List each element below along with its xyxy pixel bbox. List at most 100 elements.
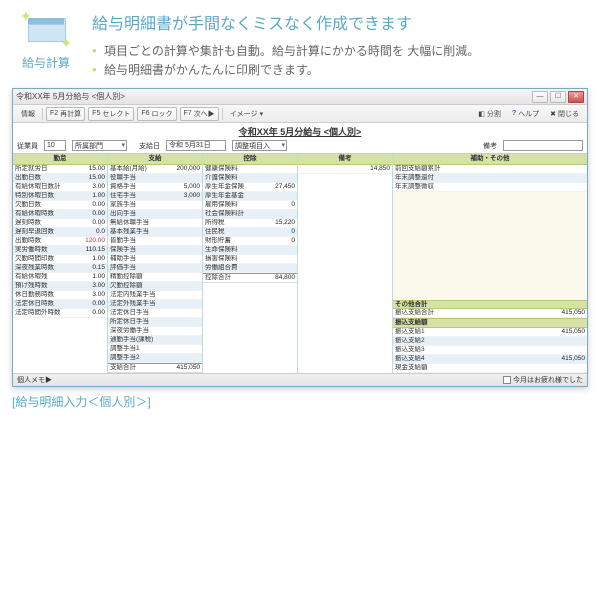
data-row[interactable]: 所定休日手当 [108,318,202,327]
data-row[interactable]: 有給休暇時数0.00 [13,210,107,219]
hero-title: 給与明細書が手間なくミスなく作成できます [92,10,479,34]
data-row[interactable]: 欠勤日数0.00 [13,201,107,210]
data-row[interactable]: 所得税15,220 [203,219,297,228]
data-row[interactable]: 基本残業手当 [108,228,202,237]
data-row[interactable]: 通勤手当(課税) [108,336,202,345]
data-row[interactable]: 家族手当 [108,201,202,210]
col-header-remarks: 備考 [298,154,392,164]
data-row[interactable]: 資格手当5,000 [108,183,202,192]
data-row[interactable]: 住民税0 [203,228,297,237]
data-row[interactable]: 調整手当1 [108,345,202,354]
data-row[interactable]: 有給休暇日数計3.00 [13,183,107,192]
memo-toggle[interactable]: 個人メモ▶ [17,377,52,384]
data-row[interactable]: 深夜残業時数0.15 [13,264,107,273]
data-row[interactable]: 厚生年金基金 [203,192,297,201]
data-row[interactable]: 年末調整還付 [393,174,587,183]
data-row[interactable]: 遅刻早退回数0.0 [13,228,107,237]
image-button[interactable]: イメージ ▾ [226,107,267,121]
data-row[interactable]: 法定休日時数0.00 [13,300,107,309]
data-row[interactable]: 生命保険料 [203,246,297,255]
hero-icon-label: 給与計算 [12,54,80,71]
data-row[interactable]: 特別休暇日数1.00 [13,192,107,201]
screenshot-caption: [給与明細入力＜個人別＞] [12,393,588,410]
col-header-attendance: 勤怠 [13,154,107,164]
select-button[interactable]: F5 セレクト [88,107,134,121]
data-row[interactable]: 調整手当2 [108,354,202,363]
status-bar: 個人メモ▶ 今月はお疲れ様でした [13,373,587,386]
data-row[interactable]: 無給休職手当 [108,219,202,228]
pay-date-input[interactable]: 令和 5月31日 [166,140,226,151]
data-row[interactable]: 法定外残業手当 [108,300,202,309]
data-row[interactable]: 深夜労働手当 [108,327,202,336]
data-row[interactable]: 精勤控除額 [108,273,202,282]
other-total-header: その他合計 [393,300,587,309]
data-row[interactable]: 法定時間外時数0.00 [13,309,107,318]
data-row[interactable]: 社会保険料計 [203,210,297,219]
close-button[interactable]: ✖ 閉じる [546,107,583,121]
payroll-grid: 勤怠 所定就労日15.00出勤日数15.00有給休暇日数計3.00特別休暇日数1… [13,154,587,372]
data-row[interactable]: 実労働時数110.15 [13,246,107,255]
data-row[interactable]: 前回支給額累計 [393,165,587,174]
data-row[interactable]: 健康保険料 [203,165,297,174]
data-row[interactable]: 休日勤務時数3.00 [13,291,107,300]
lock-button[interactable]: F6 ロック [137,107,176,121]
toolbar: 情報 F2 再計算 F5 セレクト F6 ロック F7 次へ▶ イメージ ▾ ◧… [13,105,587,123]
data-row[interactable]: 介護保険料 [203,174,297,183]
data-row[interactable]: 住宅手当3,000 [108,192,202,201]
hero-bullet: 項目ごとの計算や集計も自動。給与計算にかかる時間を 大幅に削減。 [92,42,479,61]
data-row[interactable]: 補助手当 [108,255,202,264]
data-row[interactable]: 出勤時数120.00 [13,237,107,246]
info-button[interactable]: 情報 [17,107,39,121]
data-row[interactable]: 役職手当 [108,174,202,183]
window-close-button[interactable]: ✕ [568,91,584,103]
document-title: 令和XX年 5月分給与 <個人別> [13,123,587,139]
data-row[interactable]: 労働組合費 [203,264,297,273]
data-row[interactable]: 振込支給合計415,050 [393,309,587,318]
data-row[interactable]: 財形貯蓄0 [203,237,297,246]
data-row[interactable]: 法定内残業手当 [108,291,202,300]
col-header-deduction: 控除 [203,154,297,164]
data-row[interactable]: 出向手当 [108,210,202,219]
data-row[interactable]: 欠勤控除額 [108,282,202,291]
data-row[interactable]: 預け残時数3.00 [13,282,107,291]
minimize-button[interactable]: — [532,91,548,103]
data-row[interactable]: 有給休暇残1.00 [13,273,107,282]
data-row[interactable]: 基本給(月給)200,000 [108,165,202,174]
recalc-button[interactable]: F2 再計算 [46,107,85,121]
data-row[interactable]: 雇用保険料0 [203,201,297,210]
controls-row: 従業員 10 所属部門 支給日 令和 5月31日 調整項目入 備考 [13,139,587,154]
status-checkbox[interactable] [503,376,511,384]
data-row[interactable]: 遅刻時数0.00 [13,219,107,228]
emp-code-input[interactable]: 10 [44,140,66,151]
memo-input[interactable] [503,140,583,151]
data-row[interactable]: 現金支給額 [393,364,587,373]
data-row[interactable]: 振込支給2 [393,337,587,346]
pay-date-label: 支給日 [139,141,160,151]
emp-dept-select[interactable]: 所属部門 [72,140,127,151]
data-row[interactable]: 皆勤手当 [108,237,202,246]
help-button[interactable]: ? ヘルプ [508,107,543,121]
window-title: 令和XX年 5月分給与 <個人別> [16,91,125,102]
data-row[interactable]: 出勤日数15.00 [13,174,107,183]
data-row[interactable]: 法定休日手当 [108,309,202,318]
data-row[interactable]: 保険手当 [108,246,202,255]
hero-bullet: 給与明細書がかんたんに印刷できます。 [92,61,479,80]
data-row[interactable]: 所定就労日15.00 [13,165,107,174]
maximize-button[interactable]: ☐ [550,91,566,103]
next-button[interactable]: F7 次へ▶ [180,107,219,121]
split-button[interactable]: ◧ 分割 [474,107,505,121]
data-row[interactable]: 振込支給4415,050 [393,355,587,364]
data-row[interactable]: 損害保険料 [203,255,297,264]
titlebar: 令和XX年 5月分給与 <個人別> — ☐ ✕ [13,89,587,105]
payroll-app-icon: ✦✦ [22,10,70,50]
deduction-total-row: 控除合計 84,800 [203,274,297,283]
data-row[interactable]: 14,850 [298,165,392,174]
data-row[interactable]: 年末調整徴収 [393,183,587,192]
data-row[interactable]: 振込支給3 [393,346,587,355]
data-row[interactable]: 評価手当 [108,264,202,273]
data-row[interactable]: 欠勤時間印数1.00 [13,255,107,264]
data-row[interactable]: 振込支給1415,050 [393,328,587,337]
memo-label: 備考 [483,141,497,151]
data-row[interactable]: 厚生年金保険27,450 [203,183,297,192]
calc-select[interactable]: 調整項目入 [232,140,287,151]
